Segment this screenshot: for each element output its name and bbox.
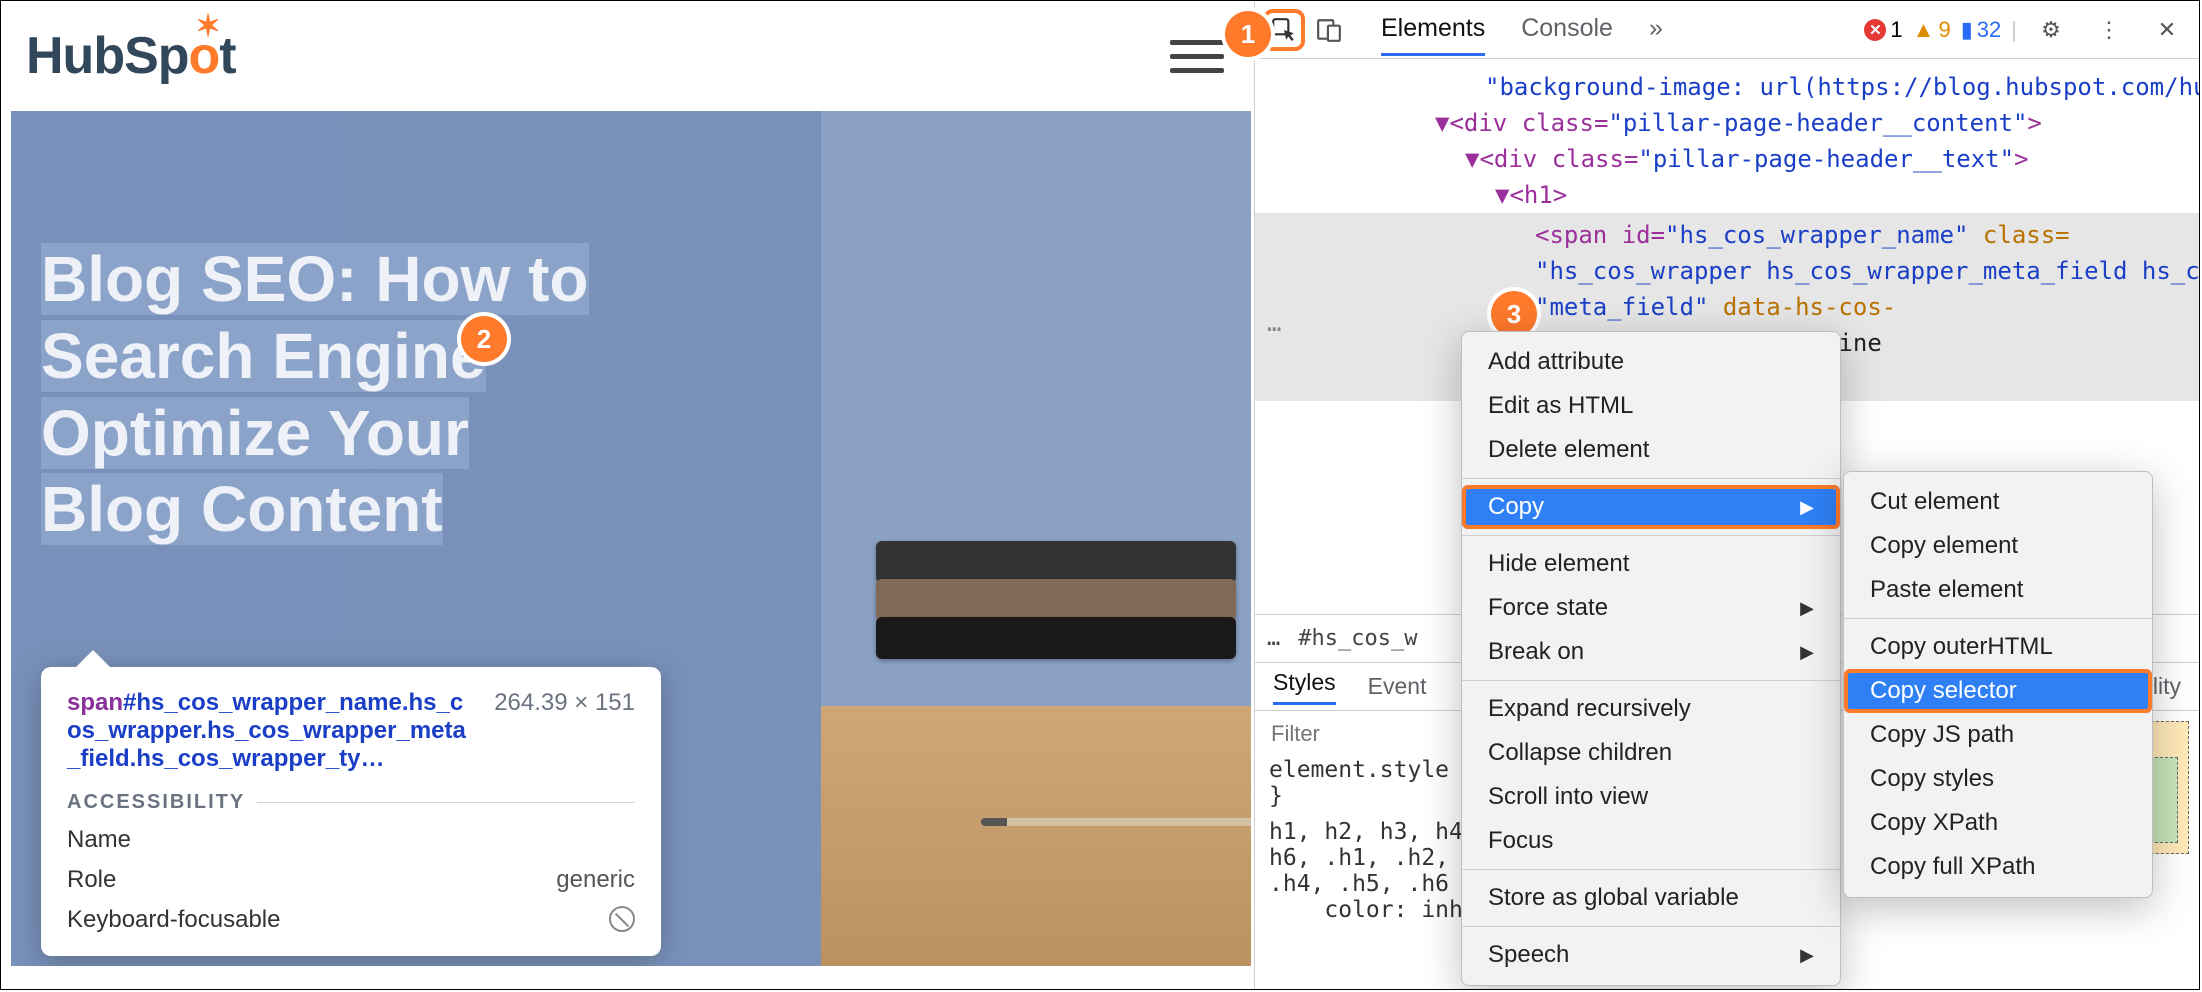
- ctx-speech[interactable]: Speech▶: [1462, 933, 1840, 977]
- context-submenu-copy[interactable]: Cut element Copy element Paste element C…: [1843, 471, 2153, 898]
- context-menu[interactable]: Add attribute Edit as HTML Delete elemen…: [1461, 331, 1841, 986]
- ctx-scroll-into-view[interactable]: Scroll into view: [1462, 775, 1840, 819]
- tab-more[interactable]: »: [1649, 4, 1663, 56]
- device-toolbar-button[interactable]: [1309, 10, 1349, 50]
- tooltip-row-kbf: Keyboard-focusable: [67, 906, 635, 934]
- gear-icon[interactable]: ⚙: [2031, 10, 2071, 50]
- tooltip-acc-heading: ACCESSIBILITY: [67, 791, 245, 814]
- devtools-toolbar: 1 Elements Console » ✕1 ▲9 ▮32 | ⚙ ⋮ ✕: [1255, 1, 2199, 59]
- devtools-tabs: Elements Console »: [1381, 4, 1663, 56]
- ctx-add-attribute[interactable]: Add attribute: [1462, 340, 1840, 384]
- ctx-force-state[interactable]: Force state▶: [1462, 586, 1840, 630]
- chevron-right-icon: ▶: [1800, 497, 1814, 518]
- ctx-copy-xpath[interactable]: Copy XPath: [1844, 801, 2152, 845]
- callout-badge-2: 2: [461, 316, 507, 362]
- hero-title: Blog SEO: How to Search Engine Optimize …: [41, 241, 601, 548]
- ctx-copy-full-xpath[interactable]: Copy full XPath: [1844, 845, 2152, 889]
- chevron-right-icon: ▶: [1800, 945, 1814, 966]
- ctx-break-on[interactable]: Break on▶: [1462, 630, 1840, 674]
- ctx-expand[interactable]: Expand recursively: [1462, 687, 1840, 731]
- chevron-right-icon: ▶: [1800, 642, 1814, 663]
- tooltip-row-name: Name: [67, 826, 635, 854]
- ctx-copy-selector[interactable]: Copy selector: [1844, 669, 2152, 713]
- ctx-copy-js-path[interactable]: Copy JS path: [1844, 713, 2152, 757]
- callout-badge-1: 1: [1225, 11, 1271, 57]
- tooltip-dimensions: 264.39 × 151: [494, 689, 635, 773]
- ctx-edit-html[interactable]: Edit as HTML: [1462, 384, 1840, 428]
- tab-console[interactable]: Console: [1521, 4, 1613, 56]
- ctx-collapse[interactable]: Collapse children: [1462, 731, 1840, 775]
- chevron-right-icon: ▶: [1800, 598, 1814, 619]
- hero-section: Blog SEO: How to Search Engine Optimize …: [11, 111, 1251, 966]
- hero-photo: [821, 111, 1251, 966]
- ctx-cut-element[interactable]: Cut element: [1844, 480, 2152, 524]
- ctx-hide-element[interactable]: Hide element: [1462, 542, 1840, 586]
- ctx-copy-styles[interactable]: Copy styles: [1844, 757, 2152, 801]
- warning-count[interactable]: ▲9: [1913, 17, 1951, 43]
- ctx-copy-outerhtml[interactable]: Copy outerHTML: [1844, 625, 2152, 669]
- webpage-pane: HubSpo✶t Blog SEO: How to Search Engine …: [1, 1, 1254, 989]
- page-header: HubSpo✶t: [1, 1, 1254, 111]
- ctx-copy-element[interactable]: Copy element: [1844, 524, 2152, 568]
- close-icon[interactable]: ✕: [2147, 10, 2187, 50]
- hamburger-menu-icon[interactable]: [1170, 40, 1224, 73]
- ctx-copy[interactable]: Copy▶: [1462, 485, 1840, 529]
- ctx-store-global[interactable]: Store as global variable: [1462, 876, 1840, 920]
- subtab-styles[interactable]: Styles: [1273, 669, 1336, 705]
- hubspot-logo: HubSpo✶t: [26, 26, 236, 86]
- error-count[interactable]: ✕1: [1864, 17, 1902, 43]
- kebab-menu-icon[interactable]: ⋮: [2089, 10, 2129, 50]
- ctx-delete-element[interactable]: Delete element: [1462, 428, 1840, 472]
- tooltip-selector: span#hs_cos_wrapper_name.hs_cos_wrapper.…: [67, 689, 476, 773]
- ctx-focus[interactable]: Focus: [1462, 819, 1840, 863]
- ctx-paste-element[interactable]: Paste element: [1844, 568, 2152, 612]
- prohibit-icon: [609, 906, 635, 932]
- tab-elements[interactable]: Elements: [1381, 4, 1485, 56]
- tooltip-row-role: Rolegeneric: [67, 866, 635, 894]
- inspect-tooltip: span#hs_cos_wrapper_name.hs_cos_wrapper.…: [41, 667, 661, 956]
- subtab-event[interactable]: Event: [1368, 673, 1427, 700]
- info-count[interactable]: ▮32: [1961, 17, 2002, 43]
